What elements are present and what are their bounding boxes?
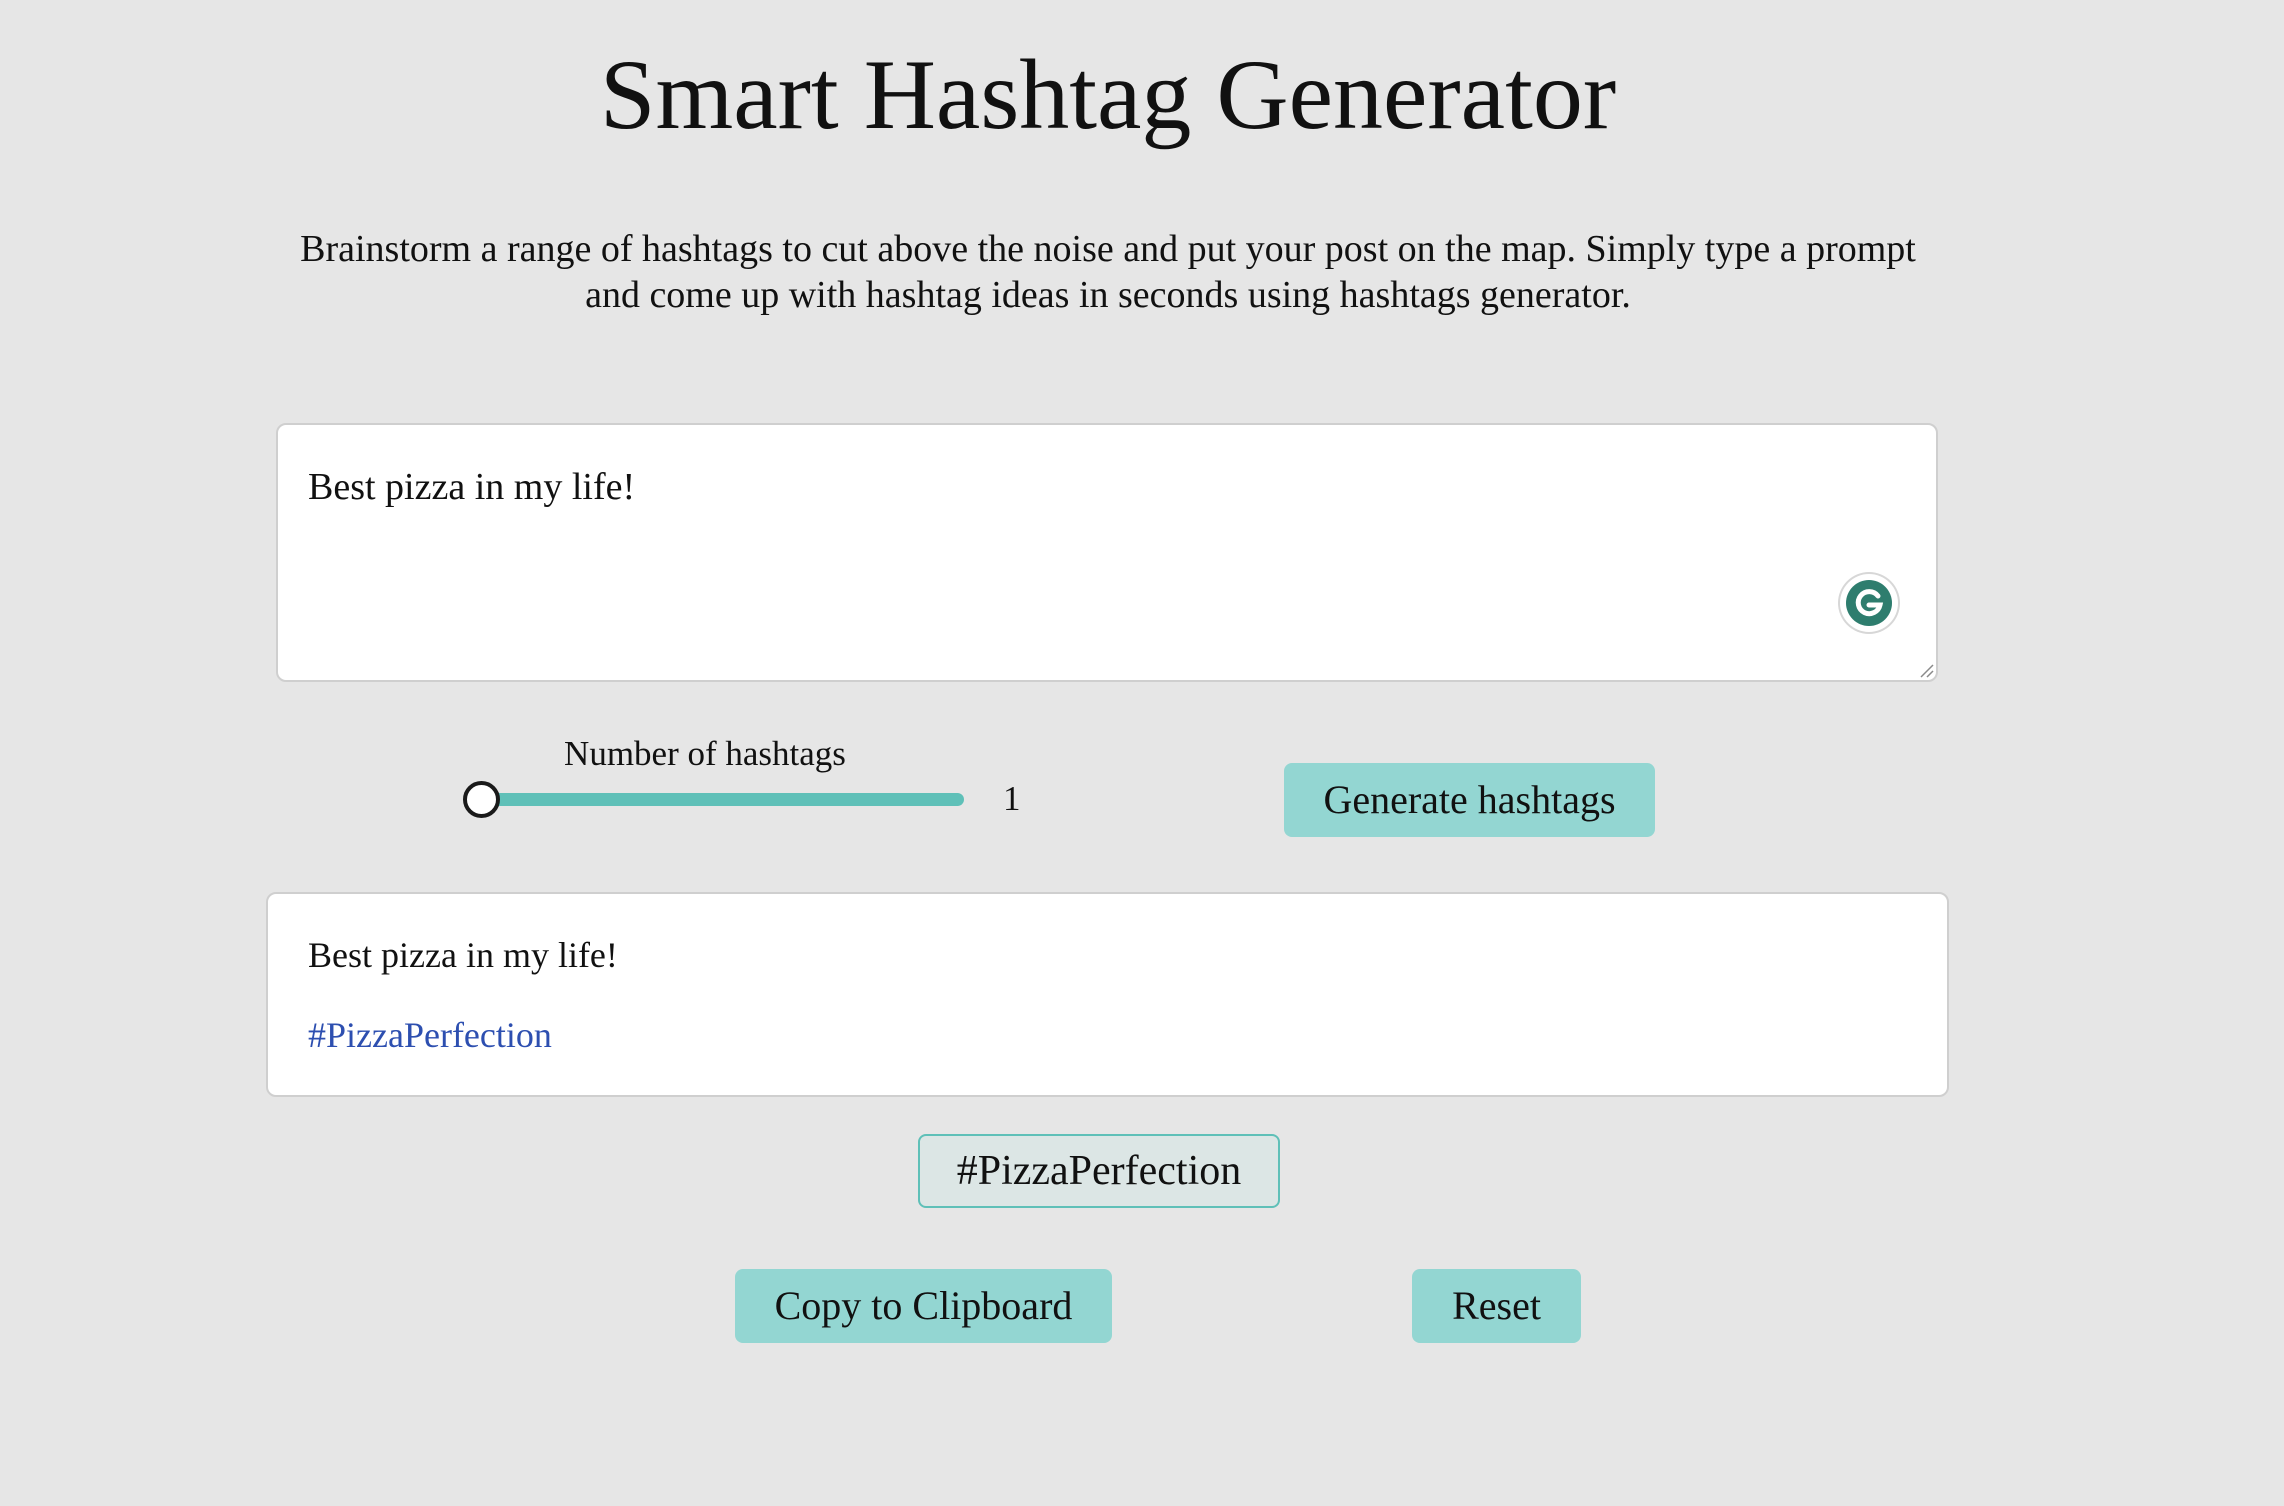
slider-value: 1 bbox=[1003, 779, 1021, 818]
slider-label: Number of hashtags bbox=[564, 734, 846, 773]
output-panel: Best pizza in my life! #PizzaPerfection bbox=[266, 892, 1949, 1097]
copy-to-clipboard-button[interactable]: Copy to Clipboard bbox=[735, 1269, 1112, 1343]
output-text: Best pizza in my life! bbox=[308, 935, 618, 975]
grammarly-icon[interactable] bbox=[1840, 574, 1898, 632]
prompt-textarea[interactable]: Best pizza in my life! bbox=[276, 423, 1938, 682]
generate-hashtags-button[interactable]: Generate hashtags bbox=[1284, 763, 1655, 837]
resize-handle-icon[interactable] bbox=[1918, 662, 1934, 678]
page-title: Smart Hashtag Generator bbox=[599, 39, 1617, 150]
hashtag-count-slider-thumb[interactable] bbox=[463, 781, 500, 818]
reset-button[interactable]: Reset bbox=[1412, 1269, 1581, 1343]
prompt-text[interactable]: Best pizza in my life! bbox=[308, 465, 635, 509]
hashtag-chip[interactable]: #PizzaPerfection bbox=[918, 1134, 1280, 1208]
output-hashtag: #PizzaPerfection bbox=[308, 1015, 552, 1055]
hashtag-count-slider-track[interactable] bbox=[482, 793, 964, 806]
page-description: Brainstorm a range of hashtags to cut ab… bbox=[300, 228, 1916, 316]
